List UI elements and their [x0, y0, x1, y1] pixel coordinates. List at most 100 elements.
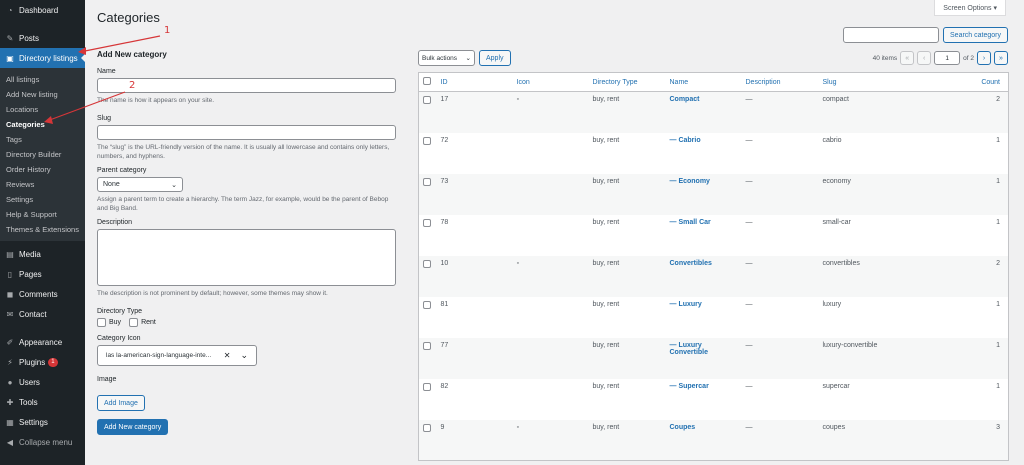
row-select-cell — [419, 215, 437, 256]
cell-slug: compact — [818, 91, 939, 133]
menu-contact[interactable]: ✉ Contact — [0, 304, 85, 324]
category-name-link[interactable]: — Cabrio — [666, 133, 742, 174]
search-category-button[interactable]: Search category — [943, 27, 1008, 43]
category-name-link[interactable]: Convertibles — [665, 255, 742, 297]
parent-category-select[interactable]: None ⌄ — [97, 177, 183, 192]
cell-count[interactable]: 2 — [938, 91, 1009, 133]
cell-id: 10 — [436, 255, 513, 297]
category-icon — [513, 297, 589, 338]
column-name[interactable]: Name — [665, 72, 742, 92]
row-select-cell — [419, 379, 437, 420]
menu-plugins[interactable]: ⚡ Plugins 1 — [0, 352, 85, 372]
category-icon: ▫ — [512, 419, 589, 461]
cell-count[interactable]: 1 — [939, 379, 1009, 420]
menu-pages[interactable]: ▯ Pages — [0, 264, 85, 284]
buy-checkbox[interactable] — [97, 318, 106, 327]
menu-directory-listings[interactable]: ▣ Directory listings — [0, 48, 85, 68]
rent-option[interactable]: Rent — [129, 318, 156, 327]
category-name-link[interactable]: — Supercar — [666, 379, 742, 420]
row-checkbox[interactable] — [423, 136, 431, 145]
cell-count[interactable]: 1 — [938, 173, 1009, 215]
cell-type: buy, rent — [592, 218, 620, 226]
search-input[interactable] — [843, 27, 940, 43]
directory-type-options: Buy Rent — [97, 318, 397, 327]
submenu-help-support[interactable]: Help & Support — [0, 207, 85, 222]
add-new-category-button[interactable]: Add New category — [97, 419, 169, 435]
submenu-add-new-listing[interactable]: Add New listing — [0, 87, 85, 102]
row-checkbox[interactable] — [423, 218, 431, 227]
prev-page-button[interactable]: ‹ — [917, 51, 932, 65]
submenu-settings[interactable]: Settings — [0, 192, 85, 207]
clear-icon[interactable]: ✕ — [224, 351, 231, 360]
category-name-link[interactable]: Coupes — [665, 419, 742, 461]
submenu-tags[interactable]: Tags — [0, 132, 85, 147]
select-all-checkbox[interactable] — [423, 77, 431, 85]
next-page-button[interactable]: › — [977, 51, 991, 65]
cell-slug: luxury — [822, 300, 842, 308]
menu-tools[interactable]: ✚ Tools — [0, 392, 85, 412]
cell-count[interactable]: 1 — [939, 297, 1009, 338]
cell-slug: supercar — [822, 382, 850, 390]
cell-type: buy, rent — [588, 173, 666, 215]
submenu-reviews[interactable]: Reviews — [0, 177, 85, 192]
cell-count[interactable]: 1 — [939, 215, 1009, 256]
add-image-button[interactable]: Add Image — [97, 395, 145, 411]
cell-slug: coupes — [818, 419, 939, 461]
user-icon: ● — [7, 377, 13, 387]
chevron-down-icon[interactable]: ⌄ — [240, 350, 248, 361]
cell-count[interactable]: 1 — [939, 133, 1009, 174]
rent-checkbox[interactable] — [129, 318, 139, 327]
menu-dashboard[interactable]: ◔ Dashboard — [0, 0, 85, 20]
submenu-all-listings[interactable]: All listings — [0, 72, 85, 87]
menu-label: Plugins — [19, 357, 46, 367]
row-checkbox[interactable] — [423, 259, 431, 268]
menu-users[interactable]: ● Users — [0, 372, 85, 392]
slug-input[interactable] — [97, 125, 396, 140]
category-name-link[interactable]: — Small Car — [666, 215, 742, 256]
category-name-link[interactable]: — Luxury — [666, 297, 742, 338]
cell-count[interactable]: 3 — [938, 419, 1009, 461]
column-description[interactable]: Description — [741, 72, 819, 92]
category-icon-select[interactable]: las la-american-sign-language-inte... ✕ … — [97, 345, 257, 366]
menu-settings[interactable]: ▦ Settings — [0, 412, 85, 432]
menu-posts[interactable]: ✎ Posts — [0, 28, 85, 48]
items-count: 40 items — [872, 54, 898, 62]
submenu-directory-builder[interactable]: Directory Builder — [0, 147, 85, 162]
category-name-link[interactable]: — Economy — [665, 173, 742, 215]
cell-count[interactable]: 2 — [938, 255, 1009, 297]
name-input[interactable] — [97, 78, 396, 93]
menu-comments[interactable]: ◼ Comments — [0, 284, 85, 304]
category-name-link[interactable]: — Luxury Convertible — [665, 337, 742, 379]
row-checkbox[interactable] — [423, 177, 431, 186]
description-textarea[interactable] — [97, 229, 396, 286]
row-checkbox[interactable] — [423, 300, 431, 309]
row-checkbox[interactable] — [423, 382, 431, 391]
first-page-button[interactable]: « — [900, 51, 915, 65]
menu-label: Collapse menu — [19, 437, 73, 447]
buy-option[interactable]: Buy — [97, 318, 121, 327]
column-icon: Icon — [512, 72, 589, 92]
menu-media[interactable]: ▤ Media — [0, 244, 85, 264]
last-page-button[interactable]: » — [994, 51, 1008, 65]
submenu-themes-extensions[interactable]: Themes & Extensions — [0, 222, 85, 237]
screen-options-button[interactable]: Screen Options ▾ — [934, 0, 1006, 16]
menu-appearance[interactable]: ✐ Appearance — [0, 332, 85, 352]
cell-description: — — [741, 91, 819, 133]
row-checkbox[interactable] — [423, 341, 431, 350]
directory-icon: ▣ — [6, 53, 14, 63]
current-page-input[interactable]: 1 — [934, 51, 961, 65]
menu-collapse[interactable]: ◀ Collapse menu — [0, 432, 85, 452]
row-checkbox[interactable] — [423, 96, 431, 104]
column-count[interactable]: Count — [938, 72, 1009, 92]
column-slug[interactable]: Slug — [818, 72, 939, 92]
menu-label: Pages — [19, 269, 42, 279]
category-name-link[interactable]: Compact — [665, 91, 742, 133]
submenu-categories[interactable]: Categories — [0, 117, 85, 132]
bulk-actions-select[interactable]: Bulk actions ⌄ — [418, 50, 475, 66]
row-checkbox[interactable] — [423, 423, 431, 432]
column-id[interactable]: ID — [436, 72, 513, 92]
submenu-order-history[interactable]: Order History — [0, 162, 85, 177]
cell-count[interactable]: 1 — [938, 337, 1009, 379]
apply-button[interactable]: Apply — [479, 50, 511, 66]
submenu-locations[interactable]: Locations — [0, 102, 85, 117]
